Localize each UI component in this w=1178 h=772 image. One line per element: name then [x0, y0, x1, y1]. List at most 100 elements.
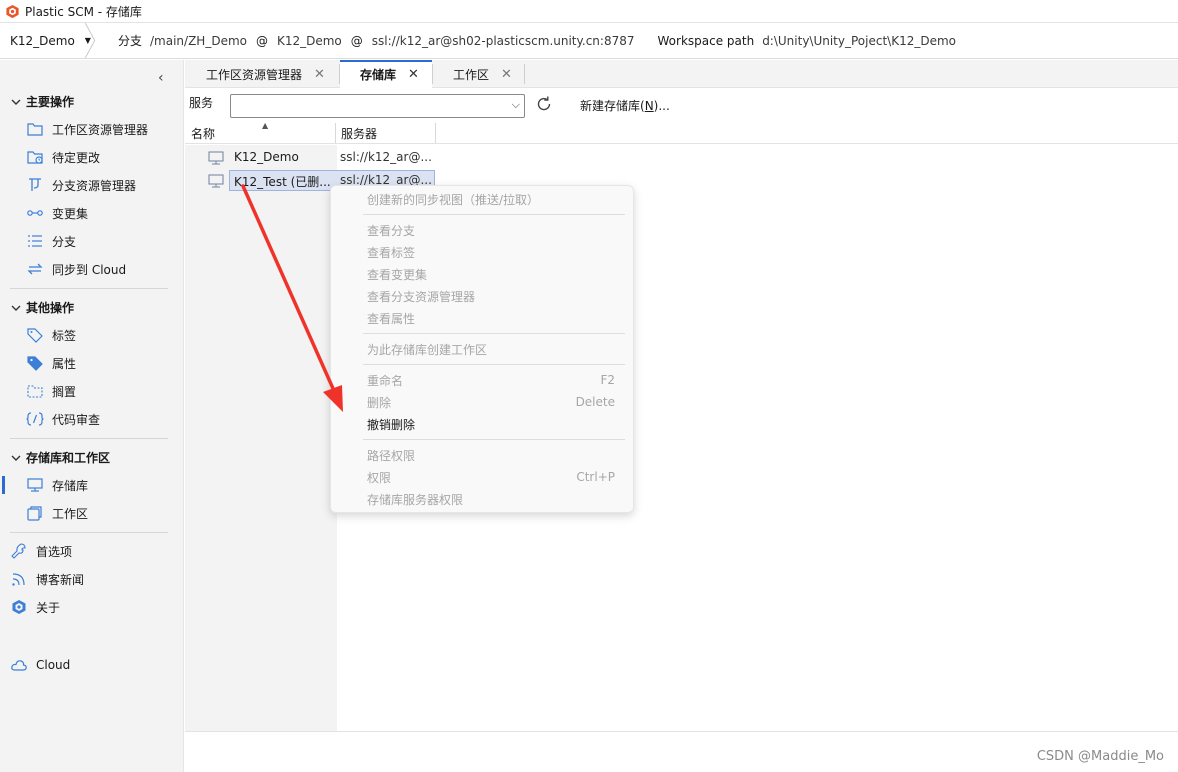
- menu-separator: [363, 214, 625, 215]
- menu-item-view-labels[interactable]: 查看标签: [367, 242, 615, 262]
- sidebar-item-label: 标签: [52, 328, 77, 343]
- sidebar-item-blog-news[interactable]: 博客新闻: [10, 569, 84, 589]
- attribute-tag-icon: [27, 356, 43, 371]
- menu-item-label: 查看属性: [367, 311, 416, 326]
- context-menu: 创建新的同步视图（推送/拉取） 查看分支 查看标签 查看变更集 查看分支资源管理…: [330, 185, 634, 513]
- menu-item-view-changesets[interactable]: 查看变更集: [367, 264, 615, 284]
- close-icon[interactable]: ✕: [314, 67, 325, 82]
- menu-item-view-branches[interactable]: 查看分支: [367, 220, 615, 240]
- sidebar-item-labels[interactable]: 标签: [26, 325, 76, 345]
- breadcrumb-separator-icon: [84, 23, 96, 58]
- menu-separator: [363, 364, 625, 365]
- pending-changes-icon: [27, 151, 43, 164]
- sidebar-item-branch-explorer[interactable]: 分支资源管理器: [26, 175, 136, 195]
- sidebar-item-attributes[interactable]: 属性: [26, 353, 76, 373]
- tab-workspace-explorer[interactable]: 工作区资源管理器 ✕: [185, 60, 339, 88]
- sidebar-item-preferences[interactable]: 首选项: [10, 541, 72, 561]
- sidebar: ‹ 主要操作 工作区资源管理器 待定更改 分支资源管理器 变更集 分支 同步到 …: [0, 60, 184, 772]
- sidebar-item-sync-cloud[interactable]: 同步到 Cloud: [26, 259, 126, 279]
- sidebar-item-branches[interactable]: 分支: [26, 231, 76, 251]
- menu-item-permissions[interactable]: 权限 Ctrl+P: [367, 467, 615, 487]
- sidebar-item-label: 工作区资源管理器: [52, 122, 149, 137]
- sidebar-item-label: 博客新闻: [36, 572, 85, 587]
- section-title: 主要操作: [26, 95, 75, 109]
- menu-item-create-sync-view[interactable]: 创建新的同步视图（推送/拉取）: [367, 189, 615, 209]
- menu-item-label: 查看分支资源管理器: [367, 289, 476, 304]
- sidebar-item-cloud[interactable]: Cloud: [10, 655, 70, 675]
- sidebar-item-label: 分支资源管理器: [52, 178, 137, 193]
- repository-icon: [208, 151, 224, 165]
- menu-separator: [363, 333, 625, 334]
- menu-item-path-permissions[interactable]: 路径权限: [367, 445, 615, 465]
- repo-name[interactable]: K12_Demo: [277, 34, 342, 48]
- branch-explorer-icon: [29, 178, 41, 191]
- sidebar-item-label: 工作区: [52, 506, 89, 521]
- branch-path[interactable]: /main/ZH_Demo: [150, 34, 247, 48]
- code-review-icon: [26, 412, 44, 426]
- branch-label: 分支: [118, 34, 143, 48]
- tab-workspaces[interactable]: 工作区 ✕: [433, 60, 525, 88]
- sidebar-item-pending-changes[interactable]: 待定更改: [26, 147, 100, 167]
- branch-breadcrumb: 分支 /main/ZH_Demo @ K12_Demo @ ssl://k12_…: [118, 32, 965, 49]
- section-title: 存储库和工作区: [26, 451, 111, 465]
- sidebar-item-label: 搁置: [52, 384, 77, 399]
- sidebar-item-shelves[interactable]: 搁置: [26, 381, 76, 401]
- menu-item-label: 查看分支: [367, 223, 416, 238]
- status-bar: CSDN @Maddie_Mo: [185, 731, 1178, 772]
- sidebar-item-label: Cloud: [36, 658, 71, 672]
- new-repository-button[interactable]: 新建存储库(N)...: [580, 97, 670, 114]
- sidebar-item-label: 同步到 Cloud: [52, 262, 127, 277]
- folder-icon: [27, 123, 43, 136]
- sidebar-item-code-review[interactable]: 代码审查: [26, 409, 100, 429]
- cloud-icon: [11, 660, 27, 671]
- refresh-icon[interactable]: [534, 94, 554, 114]
- menu-item-label: 存储库服务器权限: [367, 492, 464, 507]
- close-icon[interactable]: ✕: [501, 67, 512, 82]
- menu-item-create-workspace[interactable]: 为此存储库创建工作区: [367, 339, 615, 359]
- workspace-selector[interactable]: K12_Demo ▼: [0, 23, 96, 58]
- menu-item-rename[interactable]: 重命名 F2: [367, 370, 615, 390]
- chevron-down-icon: [11, 99, 21, 105]
- sidebar-item-repositories[interactable]: 存储库: [1, 475, 88, 495]
- column-header-server[interactable]: 服务器: [341, 125, 377, 142]
- repository-icon: [208, 174, 224, 188]
- sidebar-item-workspace-explorer[interactable]: 工作区资源管理器: [26, 119, 148, 139]
- plastic-logo-icon: [6, 4, 19, 18]
- new-repository-label: 新建存储库(: [580, 99, 645, 113]
- column-separator[interactable]: [435, 123, 436, 143]
- window-title: Plastic SCM - 存储库: [25, 4, 142, 19]
- section-main-ops[interactable]: 主要操作: [10, 93, 74, 110]
- menu-item-delete[interactable]: 删除 Delete: [367, 392, 615, 412]
- menu-item-repo-server-permissions[interactable]: 存储库服务器权限: [367, 489, 615, 509]
- menu-item-view-branch-explorer[interactable]: 查看分支资源管理器: [367, 286, 615, 306]
- menu-separator: [363, 439, 625, 440]
- tab-repositories[interactable]: 存储库 ✕: [340, 60, 432, 88]
- sidebar-item-about[interactable]: 关于: [10, 597, 60, 617]
- menu-item-undelete[interactable]: 撤销删除: [367, 414, 615, 434]
- menu-item-label: 删除: [367, 395, 392, 410]
- table-row[interactable]: K12_Demo ssl://k12_ar@...: [185, 147, 445, 169]
- at-sign: @: [255, 33, 268, 48]
- menu-item-shortcut: Delete: [575, 395, 615, 409]
- section-other-ops[interactable]: 其他操作: [10, 299, 74, 316]
- menu-item-shortcut: Ctrl+P: [576, 470, 615, 484]
- menu-item-label: 权限: [367, 470, 392, 485]
- column-separator[interactable]: [335, 123, 336, 143]
- server-combobox[interactable]: ⌵: [230, 94, 525, 118]
- sidebar-item-label: 代码审查: [52, 412, 101, 427]
- column-header-name[interactable]: 名称: [191, 125, 215, 142]
- section-title: 其他操作: [26, 301, 75, 315]
- server-address[interactable]: ssl://k12_ar@sh02-plasticscm.unity.cn:87…: [372, 34, 635, 48]
- repository-server: ssl://k12_ar@...: [340, 150, 432, 164]
- sidebar-item-label: 首选项: [36, 544, 73, 559]
- sidebar-item-changesets[interactable]: 变更集: [26, 203, 88, 223]
- sidebar-item-label: 属性: [52, 356, 77, 371]
- sidebar-item-workspaces[interactable]: 工作区: [26, 503, 88, 523]
- repository-name: K12_Demo: [234, 150, 299, 164]
- collapse-sidebar-icon[interactable]: ‹: [158, 70, 164, 86]
- menu-item-shortcut: F2: [600, 373, 615, 387]
- close-icon[interactable]: ✕: [408, 67, 419, 82]
- shelve-folder-icon: [27, 385, 43, 398]
- menu-item-view-attributes[interactable]: 查看属性: [367, 308, 615, 328]
- section-repos-workspaces[interactable]: 存储库和工作区: [10, 449, 110, 466]
